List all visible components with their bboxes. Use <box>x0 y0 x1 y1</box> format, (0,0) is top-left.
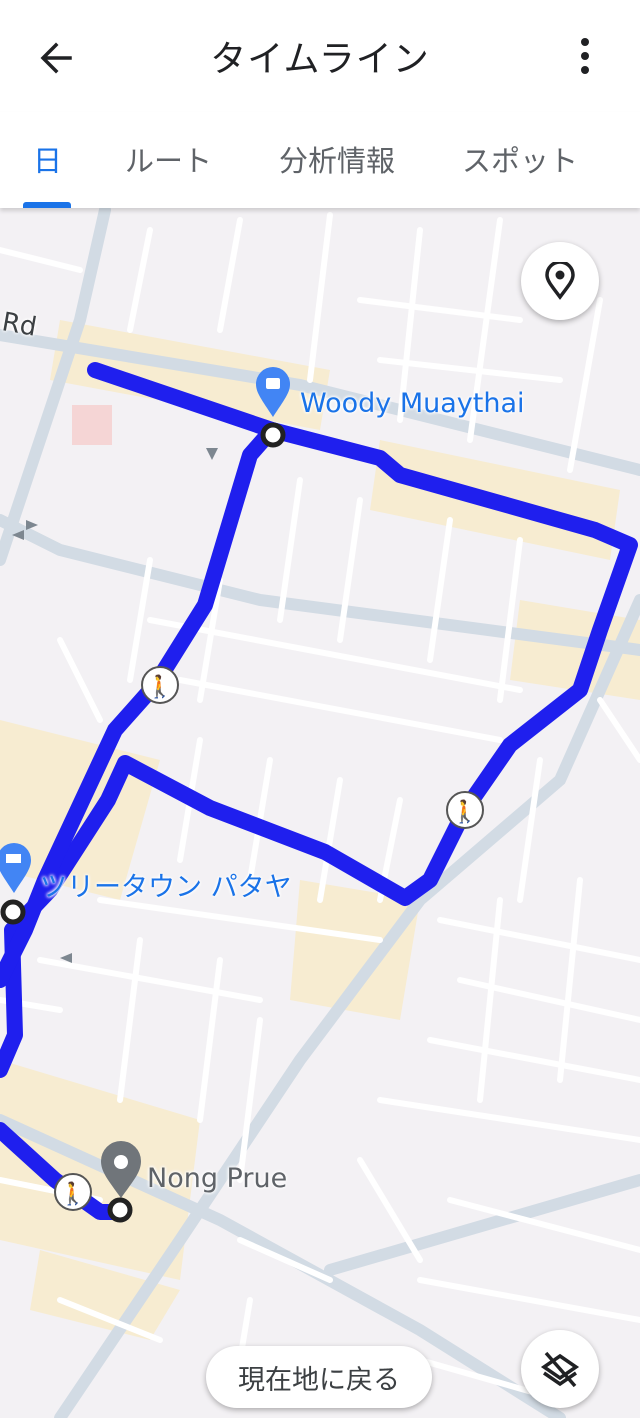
road-label: Rd <box>0 307 39 343</box>
walking-icon: 🚶 <box>141 666 179 704</box>
more-options-button[interactable] <box>570 36 600 76</box>
svg-text:🚶: 🚶 <box>451 799 478 825</box>
svg-text:🚶: 🚶 <box>59 1181 86 1207</box>
place-label-woody-muaythai[interactable]: Woody Muaythai <box>300 388 525 419</box>
app-bar: タイムライン <box>0 0 640 112</box>
tab-day[interactable]: 日 <box>33 138 62 180</box>
tab-places[interactable]: スポット <box>462 138 578 180</box>
place-label-nong-prue[interactable]: Nong Prue <box>147 1163 287 1194</box>
map-view[interactable]: 🚶 🚶 🚶 Rd Woody Muaythai ツリータウン パタヤ Nong … <box>0 208 640 1418</box>
my-location-button[interactable] <box>521 242 599 320</box>
map-building <box>72 405 112 445</box>
tab-insights[interactable]: 分析情報 <box>279 138 395 180</box>
active-tab-indicator <box>23 202 71 208</box>
tab-bar: 日 ルート 分析情報 スポット <box>0 112 640 208</box>
tab-routes[interactable]: ルート <box>125 138 212 180</box>
layers-off-icon <box>540 1351 580 1388</box>
walking-icon: 🚶 <box>54 1173 92 1211</box>
layers-toggle-button[interactable] <box>521 1330 599 1408</box>
svg-text:🚶: 🚶 <box>146 674 173 700</box>
place-label-tree-town[interactable]: ツリータウン パタヤ <box>40 865 292 904</box>
location-pin-icon <box>545 262 575 300</box>
more-vert-icon <box>581 38 589 74</box>
return-to-current-location-button[interactable]: 現在地に戻る <box>206 1346 432 1408</box>
walking-icon: 🚶 <box>446 791 484 829</box>
page-title: タイムライン <box>210 39 430 80</box>
